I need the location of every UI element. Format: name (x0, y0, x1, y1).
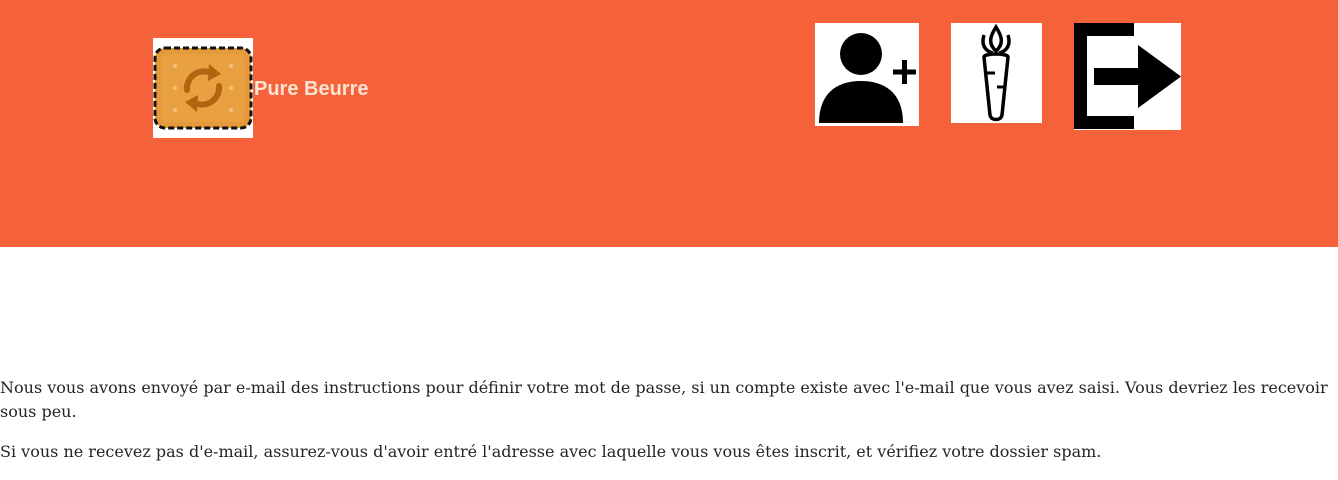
brand-name[interactable]: Pure Beurre (254, 78, 369, 101)
biscuit-refresh-logo-icon[interactable] (153, 38, 253, 138)
password-reset-sent-message: Nous vous avons envoyé par e-mail des in… (0, 378, 1328, 421)
main-content: Nous vous avons envoyé par e-mail des in… (0, 376, 1338, 480)
spam-check-message: Si vous ne recevez pas d'e-mail, assurez… (0, 442, 1102, 461)
carrot-icon[interactable] (951, 23, 1042, 123)
brand[interactable]: Pure Beurre (153, 38, 369, 138)
logout-icon[interactable] (1074, 23, 1181, 130)
add-user-icon[interactable] (815, 23, 919, 126)
site-header: Pure Beurre (0, 0, 1338, 247)
